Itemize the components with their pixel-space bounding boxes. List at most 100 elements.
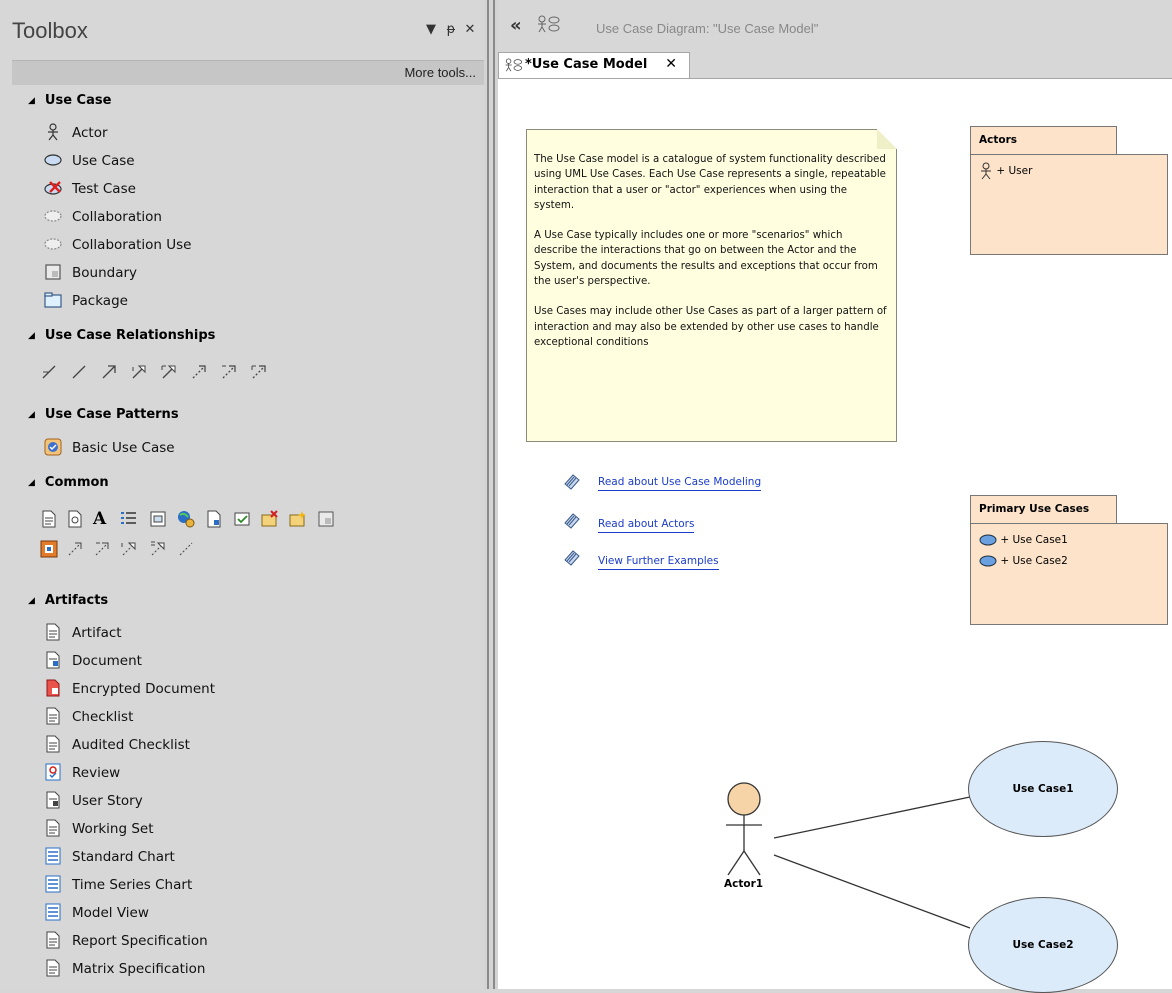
toolbox-item-use-case[interactable]: Use Case [44,150,135,172]
toolbox-item-actor[interactable]: Actor [44,122,108,144]
panel-splitter[interactable] [484,0,498,989]
toolbox-item-collaboration-use[interactable]: Collaboration Use [44,234,191,256]
collaboration-icon [44,210,62,222]
section-artifacts[interactable]: ◢ Artifacts [28,593,108,608]
use-case-2-ellipse[interactable]: Use Case2 [968,897,1118,993]
close-icon[interactable]: ✕ [463,22,477,37]
toolbox-item-artifact[interactable]: Artifact [44,622,122,644]
association-icon[interactable] [70,363,88,381]
matrix-icon [46,959,60,977]
section-use-case[interactable]: ◢ Use Case [28,93,111,108]
toolbox-item-document[interactable]: Document [44,650,142,672]
toolbox-item-matrix-specification[interactable]: Matrix Specification [44,958,205,980]
realization-icon[interactable] [160,363,178,381]
use-case-label: Use Case2 [1012,939,1074,951]
toolbox-item-review[interactable]: Review [44,762,120,784]
package-member[interactable]: + User [979,162,1032,180]
toolbox-item-encrypted-document[interactable]: Encrypted Document [44,678,215,700]
use-case-1-ellipse[interactable]: Use Case1 [968,741,1118,837]
toolbox-item-test-case[interactable]: Test Case [44,178,136,200]
checklist-icon [46,707,60,725]
actor-figure[interactable] [718,779,770,877]
trace-icon[interactable] [250,363,268,381]
section-use-case-relationships[interactable]: ◢ Use Case Relationships [28,328,215,343]
review-icon [45,763,61,781]
list-icon[interactable] [120,510,138,528]
diagram-frame-icon[interactable] [149,510,167,528]
trace-icon[interactable] [93,540,111,558]
checked-box-icon[interactable] [233,510,251,528]
toolbox-item-audited-checklist[interactable]: Audited Checklist [44,734,190,756]
boundary-icon[interactable] [317,510,335,528]
chart-icon [45,875,61,893]
actors-package[interactable]: Actors + User [970,126,1172,256]
artifact-icon [46,623,60,641]
toolbox-item-package[interactable]: Package [44,290,128,312]
toolbox-item-basic-use-case[interactable]: Basic Use Case [44,437,175,459]
primary-use-cases-package[interactable]: Primary Use Cases + Use Case1 + Use Case… [970,495,1172,626]
working-set-icon [46,819,60,837]
link-use-case-modeling[interactable]: Read about Use Case Modeling [598,476,762,491]
boundary-icon [45,264,61,280]
new-folder-icon[interactable] [289,510,307,528]
collapse-icon: ◢ [28,331,35,341]
generalization-icon[interactable] [130,363,148,381]
directed-association-icon[interactable] [100,363,118,381]
package-member[interactable]: + Use Case1 [979,534,1068,546]
section-common[interactable]: ◢ Common [28,475,109,490]
audited-checklist-icon [46,735,60,753]
toolbox-item-collaboration[interactable]: Collaboration [44,206,162,228]
collapse-icon: ◢ [28,478,35,488]
toolbox-item-boundary[interactable]: Boundary [44,262,137,284]
realize-icon[interactable] [120,540,138,558]
use-case-label: Use Case1 [1012,783,1074,795]
tab-label: *Use Case Model [525,57,648,72]
association-line [773,796,971,839]
note-paragraph: A Use Case typically includes one or mor… [534,230,878,288]
toolbox-item-standard-chart[interactable]: Standard Chart [44,846,175,868]
note-paragraph: Use Cases may include other Use Cases as… [534,306,887,348]
link-read-about-actors[interactable]: Read about Actors [598,518,695,533]
diagram-note[interactable]: The Use Case model is a catalogue of sys… [526,129,897,442]
collapse-icon: ◢ [28,596,35,606]
information-flow-icon[interactable] [149,540,167,558]
collapse-panel-icon[interactable]: « [510,15,522,36]
note-icon[interactable] [205,510,223,528]
test-case-icon [44,181,62,195]
note-text: The Use Case model is a catalogue of sys… [534,152,889,365]
user-story-icon [46,791,60,809]
delete-folder-icon[interactable] [261,510,279,528]
dependency-icon[interactable] [66,540,84,558]
toolbox-item-user-story[interactable]: User Story [44,790,143,812]
close-tab-icon[interactable]: ✕ [665,56,677,72]
note-fold-corner [877,129,897,149]
include-icon[interactable] [190,363,208,381]
diagram-canvas[interactable]: The Use Case model is a catalogue of sys… [498,78,1172,993]
toolbox-item-model-view[interactable]: Model View [44,902,149,924]
dropdown-arrow-icon[interactable]: ▼ [424,22,438,37]
use-case-diagram-icon [505,58,523,72]
model-view-icon [45,903,61,921]
diagram-window: « Use Case Diagram: "Use Case Model" *Us… [498,0,1172,993]
toolbox-item-working-set[interactable]: Working Set [44,818,154,840]
encrypted-document-icon [46,679,60,697]
pin-icon[interactable]: ᵽ [444,22,458,37]
more-tools-button[interactable]: More tools... [404,65,476,80]
extend-icon[interactable] [220,363,238,381]
use-relationship-icon[interactable] [40,363,58,381]
package-member[interactable]: + Use Case2 [979,555,1068,567]
note-paragraph: The Use Case model is a catalogue of sys… [534,154,886,211]
hyperlink-icon[interactable] [177,510,195,528]
text-icon[interactable]: A [93,510,111,528]
artifact-icon[interactable] [40,510,58,528]
toolbox-item-checklist[interactable]: Checklist [44,706,133,728]
notelink-icon[interactable] [177,540,195,558]
document-icon[interactable] [66,510,84,528]
link-view-further-examples[interactable]: View Further Examples [598,555,719,570]
toolbox-item-report-specification[interactable]: Report Specification [44,930,208,952]
hyperlink-book-icon [564,550,580,566]
section-use-case-patterns[interactable]: ◢ Use Case Patterns [28,407,179,422]
tab-use-case-model[interactable]: *Use Case Model ✕ [498,52,690,78]
toolbox-item-time-series-chart[interactable]: Time Series Chart [44,874,192,896]
image-icon[interactable] [40,540,58,558]
